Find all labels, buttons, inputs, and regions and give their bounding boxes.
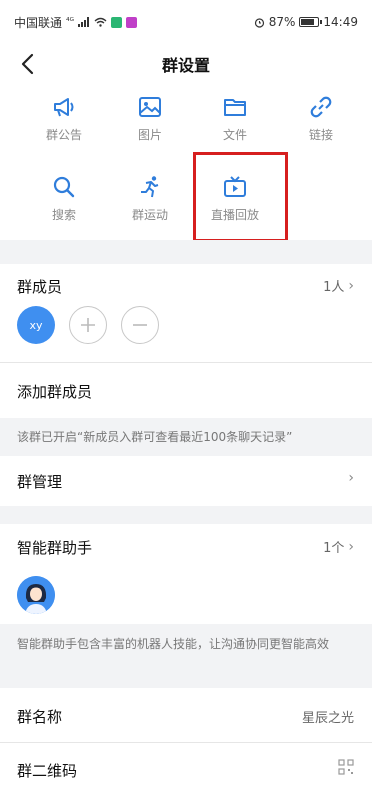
page-title: 群设置	[161, 56, 210, 75]
signal-icon	[78, 17, 90, 27]
chevron-right-icon: ›	[348, 277, 354, 294]
app-notification-icon	[111, 16, 123, 28]
minus-icon	[133, 324, 147, 326]
tool-search[interactable]: 搜索	[32, 174, 96, 234]
tools-grid: 群公告 图片 文件 链接 搜索 群运动 直播回放	[0, 84, 372, 240]
qr-code-icon	[338, 759, 354, 775]
assistant-avatar-icon	[17, 576, 55, 614]
member-avatar[interactable]: xy	[17, 306, 55, 344]
members-count[interactable]: 1人 ›	[323, 276, 354, 296]
status-bar: 中国联通 ⁴ᴳ 87% 14:49	[0, 0, 372, 44]
carrier-text: 中国联通	[14, 15, 63, 30]
group-manage-row[interactable]: 群管理 ›	[0, 456, 372, 506]
status-left: 中国联通 ⁴ᴳ	[14, 14, 138, 31]
add-member-label: 添加群成员	[17, 383, 93, 401]
tool-label: 群公告	[45, 128, 82, 142]
assistant-label: 智能群助手	[17, 539, 93, 557]
section-gap	[0, 506, 372, 524]
group-qr-row[interactable]: 群二维码	[0, 743, 372, 787]
network-text: ⁴ᴳ	[66, 17, 75, 27]
assistant-avatar[interactable]	[17, 576, 55, 614]
chevron-right-icon: ›	[348, 470, 354, 486]
add-member-row[interactable]: 添加群成员	[0, 363, 372, 418]
tool-label: 链接	[308, 128, 333, 142]
tool-files[interactable]: 文件	[203, 94, 267, 154]
group-qr-value	[338, 759, 354, 775]
link-icon	[310, 96, 332, 118]
alarm-icon	[254, 17, 264, 28]
tool-label: 搜索	[51, 208, 76, 222]
tool-links[interactable]: 链接	[289, 94, 353, 154]
megaphone-icon	[54, 98, 74, 117]
image-icon	[139, 97, 161, 117]
members-section: 群成员 1人 › xy	[0, 264, 372, 362]
title-bar: 群设置	[0, 44, 372, 84]
assistant-count: 1个 ›	[323, 537, 354, 557]
remove-member-button[interactable]	[121, 306, 159, 344]
highlight-annotation	[193, 152, 288, 242]
search-icon	[53, 176, 75, 198]
group-manage-chevron: ›	[348, 470, 354, 486]
assistant-description: 智能群助手包含丰富的机器人技能，让沟通协同更智能高效	[0, 624, 372, 688]
clock-time: 14:49	[323, 15, 358, 29]
group-name-value: 星辰之光	[301, 711, 354, 726]
members-label: 群成员	[17, 278, 63, 296]
tool-label: 文件	[222, 128, 247, 142]
add-member-button[interactable]	[69, 306, 107, 344]
tool-announcement[interactable]: 群公告	[32, 94, 96, 154]
battery-icon	[299, 17, 323, 27]
wifi-icon	[94, 17, 107, 27]
assistant-count-text: 1个	[323, 541, 345, 556]
group-name-row[interactable]: 群名称 星辰之光	[0, 688, 372, 742]
chevron-right-icon: ›	[348, 538, 354, 555]
tool-label: 图片	[137, 128, 162, 142]
assistant-section[interactable]: 智能群助手 1个 ›	[0, 524, 372, 624]
group-name-label: 群名称	[17, 708, 63, 726]
group-qr-label: 群二维码	[17, 762, 78, 780]
tool-label: 群运动	[131, 208, 168, 222]
plus-icon	[81, 318, 95, 332]
status-right: 87% 14:49	[254, 15, 358, 29]
tool-group-sports[interactable]: 群运动	[118, 174, 182, 234]
section-gap	[0, 240, 372, 264]
history-notice: 该群已开启“新成员入群可查看最近100条聊天记录”	[0, 418, 372, 456]
tool-images[interactable]: 图片	[118, 94, 182, 154]
running-icon	[141, 176, 159, 198]
battery-percent: 87%	[268, 15, 296, 29]
members-count-text: 1人	[323, 280, 345, 295]
group-manage-label: 群管理	[17, 473, 63, 491]
app-notification-icon	[126, 16, 138, 28]
folder-icon	[224, 99, 246, 116]
